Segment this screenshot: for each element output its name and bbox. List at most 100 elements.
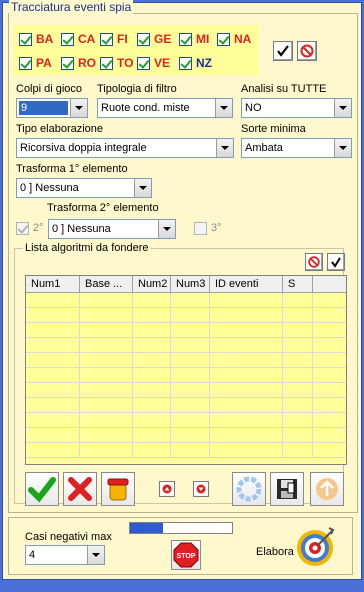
wheel-ba-checkbox[interactable]	[19, 32, 32, 46]
wheel-ge[interactable]: GE	[137, 29, 171, 49]
tipologia-select[interactable]: Ruote cond. miste	[97, 98, 233, 118]
chevron-down-icon[interactable]	[334, 99, 351, 117]
table-cell[interactable]	[133, 398, 171, 412]
table-cell[interactable]	[210, 428, 283, 442]
table-cell[interactable]	[26, 443, 80, 457]
table-row[interactable]	[26, 308, 346, 323]
algorithm-grid[interactable]: Num1 Base ... Num2 Num3 ID eventi S	[25, 275, 347, 465]
table-cell[interactable]	[26, 338, 80, 352]
table-cell[interactable]	[26, 353, 80, 367]
col-id-eventi[interactable]: ID eventi	[210, 276, 283, 292]
opt3-toggle[interactable]: 3°	[194, 218, 222, 238]
table-cell[interactable]	[133, 368, 171, 382]
table-cell[interactable]	[133, 383, 171, 397]
table-row[interactable]	[26, 398, 346, 413]
table-cell[interactable]	[80, 368, 133, 382]
table-cell[interactable]	[26, 398, 80, 412]
table-row[interactable]	[26, 368, 346, 383]
confirm-button[interactable]	[25, 472, 59, 506]
table-cell[interactable]	[171, 413, 210, 427]
table-cell[interactable]	[80, 338, 133, 352]
colpi-select[interactable]: 9	[16, 98, 88, 118]
table-cell[interactable]	[171, 338, 210, 352]
table-cell[interactable]	[80, 398, 133, 412]
bin-button[interactable]	[101, 472, 135, 506]
wheel-fi[interactable]: FI	[100, 29, 128, 49]
wheel-ba[interactable]: BA	[19, 29, 53, 49]
wheel-ve-checkbox[interactable]	[137, 56, 150, 70]
table-cell[interactable]	[80, 293, 133, 307]
chevron-down-icon[interactable]	[216, 139, 233, 157]
table-cell[interactable]	[283, 443, 313, 457]
table-cell[interactable]	[133, 308, 171, 322]
chevron-down-icon[interactable]	[158, 220, 175, 238]
wheel-ro[interactable]: RO	[61, 53, 96, 73]
table-cell[interactable]	[26, 413, 80, 427]
wheel-fi-checkbox[interactable]	[100, 32, 113, 46]
wheel-na-checkbox[interactable]	[217, 32, 230, 46]
table-cell[interactable]	[283, 383, 313, 397]
table-cell[interactable]	[210, 413, 283, 427]
wheel-ca-checkbox[interactable]	[61, 32, 74, 46]
table-cell[interactable]	[171, 443, 210, 457]
table-cell[interactable]	[283, 338, 313, 352]
table-cell[interactable]	[26, 428, 80, 442]
table-cell[interactable]	[210, 308, 283, 322]
move-up-button[interactable]	[159, 481, 175, 497]
table-row[interactable]	[26, 413, 346, 428]
opt2-checkbox[interactable]	[16, 221, 29, 235]
wheel-pa[interactable]: PA	[19, 53, 52, 73]
analisi-select[interactable]: NO	[241, 98, 352, 118]
table-cell[interactable]	[133, 413, 171, 427]
col-base[interactable]: Base ...	[80, 276, 133, 292]
wheel-ro-checkbox[interactable]	[61, 56, 74, 70]
table-cell[interactable]	[171, 308, 210, 322]
table-cell[interactable]	[133, 338, 171, 352]
chevron-down-icon[interactable]	[334, 139, 351, 157]
table-cell[interactable]	[26, 308, 80, 322]
table-cell[interactable]	[283, 398, 313, 412]
upload-button[interactable]	[310, 472, 344, 506]
table-cell[interactable]	[283, 323, 313, 337]
clear-list-button[interactable]	[305, 253, 323, 271]
wheel-pa-checkbox[interactable]	[19, 56, 32, 70]
table-cell[interactable]	[283, 413, 313, 427]
loading-button[interactable]	[232, 472, 266, 506]
wheel-mi-checkbox[interactable]	[179, 32, 192, 46]
wheel-to-checkbox[interactable]	[100, 56, 113, 70]
wheel-ca[interactable]: CA	[61, 29, 95, 49]
wheel-na[interactable]: NA	[217, 29, 251, 49]
sorte-select[interactable]: Ambata	[241, 138, 352, 158]
casi-select[interactable]: 4	[25, 545, 105, 565]
wheel-nz-checkbox[interactable]	[179, 56, 192, 70]
table-cell[interactable]	[80, 353, 133, 367]
opt2-toggle[interactable]: 2°	[16, 218, 44, 238]
delete-button[interactable]	[63, 472, 97, 506]
table-cell[interactable]	[283, 293, 313, 307]
table-cell[interactable]	[80, 413, 133, 427]
table-cell[interactable]	[210, 323, 283, 337]
table-row[interactable]	[26, 428, 346, 443]
table-cell[interactable]	[283, 353, 313, 367]
table-cell[interactable]	[283, 308, 313, 322]
table-cell[interactable]	[171, 293, 210, 307]
save-button[interactable]	[270, 472, 304, 506]
table-cell[interactable]	[80, 383, 133, 397]
table-cell[interactable]	[210, 398, 283, 412]
wheel-to[interactable]: TO	[100, 53, 133, 73]
table-row[interactable]	[26, 383, 346, 398]
chevron-down-icon[interactable]	[134, 179, 151, 197]
check-list-button[interactable]	[327, 253, 345, 271]
col-num1[interactable]: Num1	[26, 276, 80, 292]
table-cell[interactable]	[80, 443, 133, 457]
deselect-all-wheels-button[interactable]	[297, 41, 317, 61]
stop-button[interactable]: STOP	[171, 540, 201, 570]
table-cell[interactable]	[171, 368, 210, 382]
table-row[interactable]	[26, 338, 346, 353]
table-cell[interactable]	[171, 353, 210, 367]
table-cell[interactable]	[133, 293, 171, 307]
table-cell[interactable]	[133, 323, 171, 337]
table-cell[interactable]	[210, 293, 283, 307]
opt3-checkbox[interactable]	[194, 221, 207, 235]
table-cell[interactable]	[26, 293, 80, 307]
